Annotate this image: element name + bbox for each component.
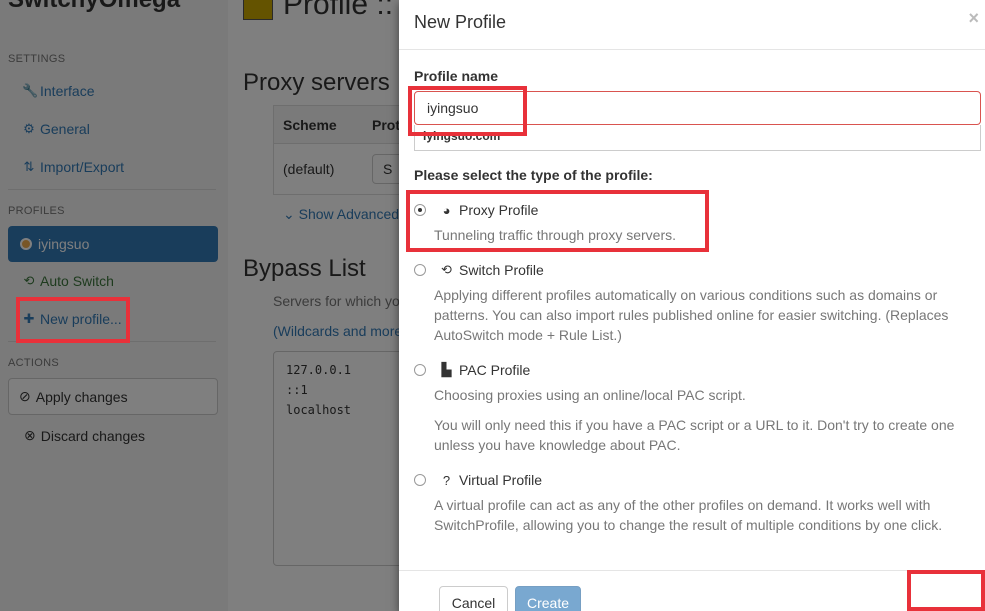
create-button[interactable]: Create (515, 586, 581, 611)
new-profile-modal: New Profile × Profile name iyingsuo.com … (399, 0, 985, 611)
question-sign-icon: ? (442, 472, 451, 488)
switch-profile-option[interactable]: ⟲ Switch Profile (414, 262, 544, 278)
globe-icon: ◕ (442, 202, 451, 218)
pac-profile-option[interactable]: ▙ PAC Profile (414, 362, 530, 378)
pac-profile-name: PAC Profile (459, 362, 531, 378)
pac-profile-description: Choosing proxies using an online/local P… (434, 387, 746, 403)
modal-title: New Profile (414, 12, 507, 32)
profile-type-label: Please select the type of the profile: (414, 167, 653, 183)
pac-profile-radio[interactable] (414, 364, 426, 376)
proxy-profile-option[interactable]: ◕ Proxy Profile (414, 202, 538, 218)
file-icon: ▙ (441, 362, 452, 377)
switch-profile-radio[interactable] (414, 264, 426, 276)
virtual-profile-option[interactable]: ? Virtual Profile (414, 472, 542, 488)
virtual-profile-description: A virtual profile can act as any of the … (434, 497, 943, 533)
proxy-profile-name: Proxy Profile (459, 202, 539, 218)
close-icon[interactable]: × (968, 8, 979, 29)
virtual-profile-name: Virtual Profile (459, 472, 543, 488)
switch-profile-description: Applying different profiles automaticall… (434, 287, 949, 343)
switch-profile-name: Switch Profile (459, 262, 544, 278)
modal-header: New Profile × (399, 0, 985, 50)
proxy-profile-description: Tunneling traffic through proxy servers. (434, 227, 677, 243)
profile-name-label: Profile name (414, 68, 499, 84)
retweet-icon: ⟲ (441, 262, 452, 277)
cancel-button[interactable]: Cancel (439, 586, 508, 611)
autocomplete-suggestion[interactable]: iyingsuo.com (414, 125, 981, 151)
proxy-profile-radio[interactable] (414, 204, 426, 216)
profile-name-input[interactable] (414, 91, 981, 125)
virtual-profile-radio[interactable] (414, 474, 426, 486)
pac-profile-note: You will only need this if you have a PA… (434, 417, 955, 453)
